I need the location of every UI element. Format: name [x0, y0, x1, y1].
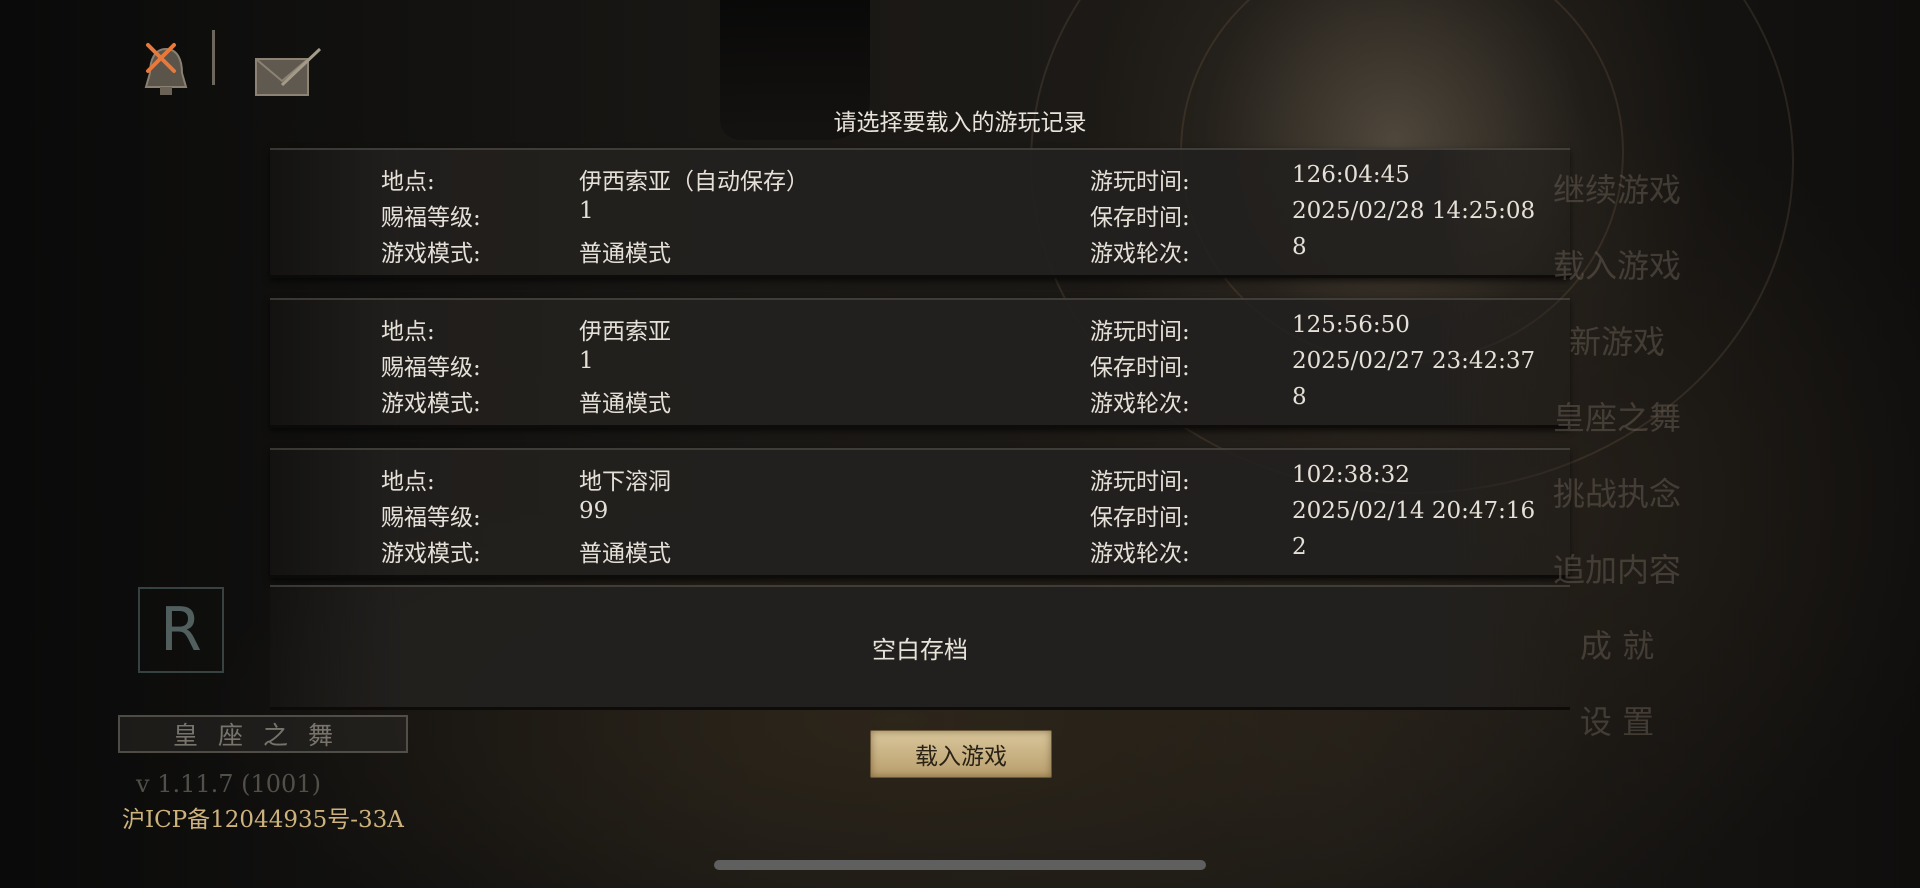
dialog-title: 请选择要载入的游玩记录: [833, 110, 1087, 136]
menu-new-game[interactable]: 新游戏: [1497, 317, 1737, 363]
label-level: 赐福等级:: [381, 355, 481, 381]
label-savetime: 保存时间:: [1090, 505, 1190, 531]
label-mode: 游戏模式:: [381, 541, 481, 567]
icon-divider: [212, 30, 215, 85]
label-playtime: 游玩时间:: [1090, 169, 1190, 195]
empty-save-slot[interactable]: 空白存档: [270, 585, 1570, 710]
value-location: 地下溶洞: [579, 469, 671, 495]
label-level: 赐福等级:: [381, 205, 481, 231]
label-cycle: 游戏轮次:: [1090, 541, 1190, 567]
value-location: 伊西索亚（自动保存）: [579, 169, 809, 195]
game-title-banner: 皇座之舞: [118, 715, 408, 753]
studio-logo: R: [138, 587, 224, 673]
label-mode: 游戏模式:: [381, 241, 481, 267]
menu-throne-dance[interactable]: 皇座之舞: [1497, 393, 1737, 439]
label-cycle: 游戏轮次:: [1090, 241, 1190, 267]
label-location: 地点:: [381, 469, 435, 495]
value-mode: 普通模式: [579, 241, 671, 267]
value-level: 99: [579, 498, 609, 524]
value-playtime: 102:38:32: [1292, 462, 1410, 488]
value-cycle: 8: [1292, 234, 1307, 260]
label-location: 地点:: [381, 319, 435, 345]
empty-slot-label: 空白存档: [872, 635, 968, 664]
icp-license: 沪ICP备12044935号-33A: [122, 807, 404, 833]
label-mode: 游戏模式:: [381, 391, 481, 417]
value-mode: 普通模式: [579, 391, 671, 417]
value-playtime: 126:04:45: [1292, 162, 1410, 188]
value-playtime: 125:56:50: [1292, 312, 1410, 338]
save-slot-3[interactable]: 地点: 地下溶洞 游玩时间: 102:38:32 赐福等级: 99 保存时间: …: [270, 448, 1570, 578]
menu-continue[interactable]: 继续游戏: [1497, 165, 1737, 211]
menu-achievements[interactable]: 成 就: [1497, 621, 1737, 667]
version-label: v 1.11.7 (1001): [136, 770, 321, 798]
value-cycle: 2: [1292, 534, 1307, 560]
label-level: 赐福等级:: [381, 505, 481, 531]
menu-challenge[interactable]: 挑战执念: [1497, 469, 1737, 515]
load-game-button[interactable]: 载入游戏: [870, 730, 1052, 778]
bell-icon[interactable]: [140, 35, 192, 105]
label-playtime: 游玩时间:: [1090, 319, 1190, 345]
label-cycle: 游戏轮次:: [1090, 391, 1190, 417]
label-playtime: 游玩时间:: [1090, 469, 1190, 495]
save-slot-2[interactable]: 地点: 伊西索亚 游玩时间: 125:56:50 赐福等级: 1 保存时间: 2…: [270, 298, 1570, 428]
menu-settings[interactable]: 设 置: [1497, 697, 1737, 743]
label-savetime: 保存时间:: [1090, 205, 1190, 231]
save-slot-1[interactable]: 地点: 伊西索亚（自动保存） 游玩时间: 126:04:45 赐福等级: 1 保…: [270, 148, 1570, 278]
label-location: 地点:: [381, 169, 435, 195]
value-cycle: 8: [1292, 384, 1307, 410]
value-mode: 普通模式: [579, 541, 671, 567]
label-savetime: 保存时间:: [1090, 355, 1190, 381]
mail-icon[interactable]: [252, 45, 324, 100]
save-list: 地点: 伊西索亚（自动保存） 游玩时间: 126:04:45 赐福等级: 1 保…: [270, 148, 1570, 598]
value-location: 伊西索亚: [579, 319, 671, 345]
menu-load[interactable]: 载入游戏: [1497, 241, 1737, 287]
menu-dlc[interactable]: 追加内容: [1497, 545, 1737, 591]
value-level: 1: [579, 348, 594, 374]
home-indicator[interactable]: [714, 860, 1206, 870]
value-level: 1: [579, 198, 594, 224]
